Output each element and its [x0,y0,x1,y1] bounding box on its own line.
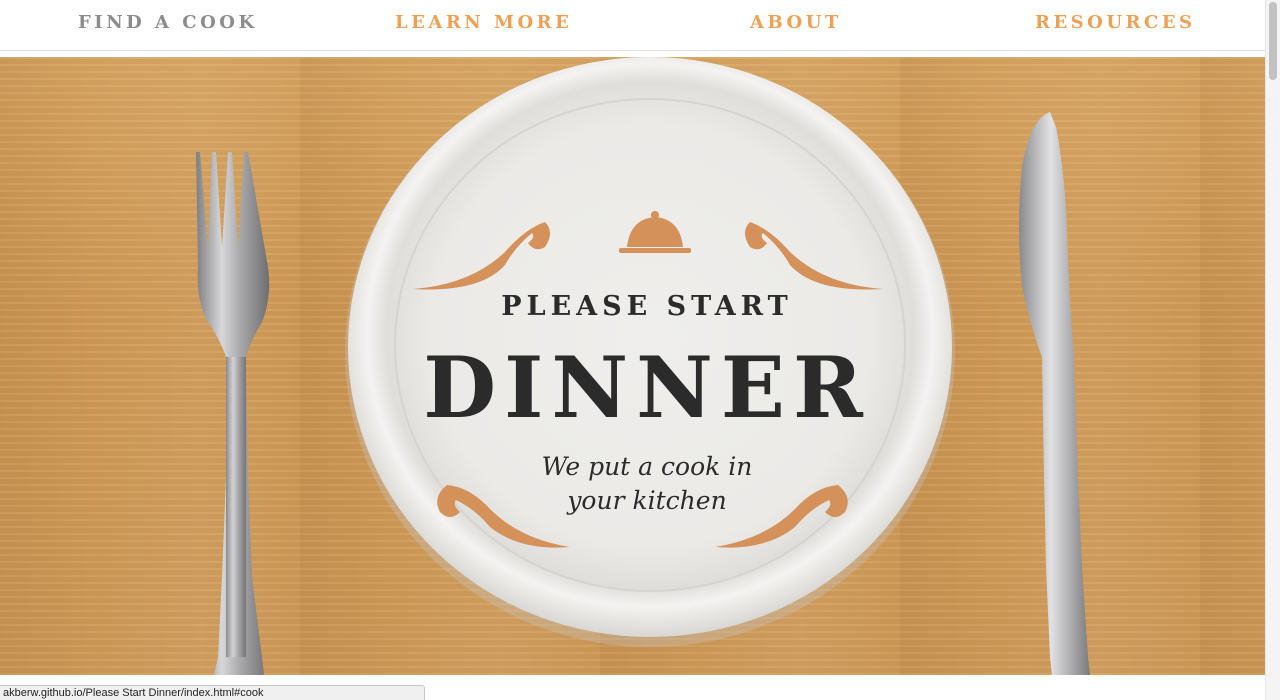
hero-illustration: PLEASE START DINNER We put a cook in you… [196,57,1090,675]
knife-image [1019,112,1090,675]
nav-learn-more[interactable]: LEARN MORE [395,12,572,33]
fork-image [196,152,270,675]
top-navigation: FIND A COOK LEARN MORE ABOUT RESOURCES [0,0,1265,51]
link-status-bar: akberw.github.io/Please Start Dinner/ind… [0,685,425,700]
nav-find-a-cook[interactable]: FIND A COOK [78,12,258,33]
nav-about[interactable]: ABOUT [750,12,842,33]
scrollbar-thumb[interactable] [1269,2,1277,80]
hero-tagline-line2: your kitchen [566,486,726,515]
hero-kicker: PLEASE START [501,291,792,322]
vertical-scrollbar[interactable] [1265,0,1280,700]
hero-banner: PLEASE START DINNER We put a cook in you… [0,57,1265,675]
hero-tagline-line1: We put a cook in [542,452,753,481]
hero-title: DINNER [423,338,871,437]
nav-resources[interactable]: RESOURCES [1035,12,1196,33]
